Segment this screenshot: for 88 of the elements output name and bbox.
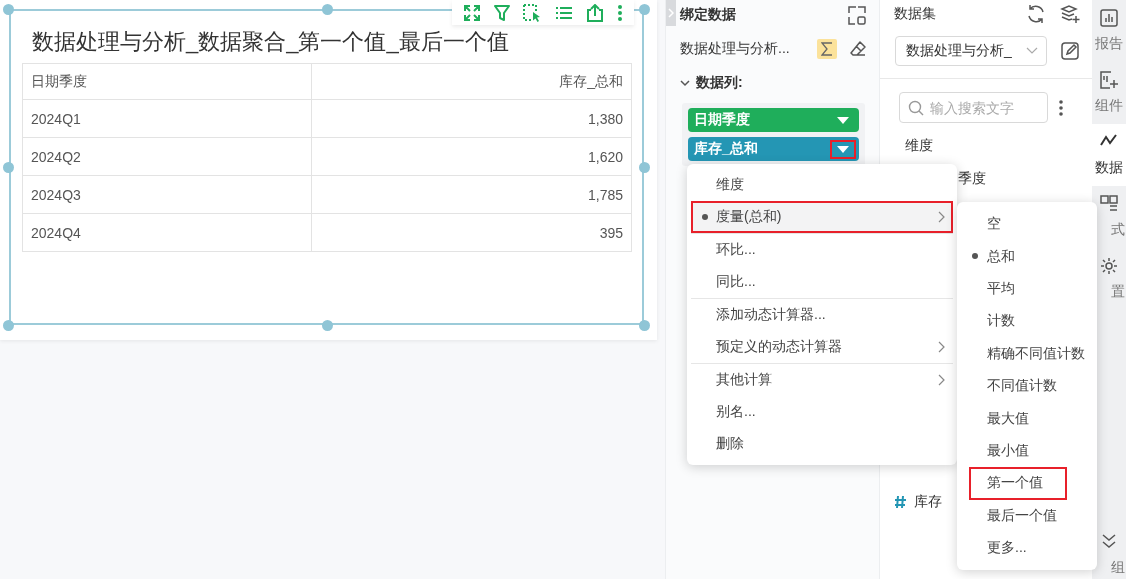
table-cell: 1,785 [311,175,632,214]
gear-icon [1100,257,1118,275]
resize-handle[interactable] [639,162,650,173]
column-header[interactable]: 日期季度 [22,63,312,100]
resize-handle[interactable] [3,162,14,173]
chevron-right-icon [938,211,945,223]
menu-item[interactable]: 不同值计数 [969,369,1081,403]
search-icon [908,100,924,116]
chevron-icon [668,8,674,18]
side-tab[interactable]: 组 [1092,527,1126,579]
resize-handle[interactable] [322,320,333,331]
resize-handle[interactable] [3,4,14,15]
hash-icon [894,494,906,509]
menu-item[interactable]: 空 [969,208,1025,241]
table-cell: 2024Q3 [22,175,312,214]
chevron-right-icon [938,374,945,386]
expand-icon[interactable] [462,3,481,22]
add-layer-icon[interactable] [1060,4,1080,24]
panel-title: 绑定数据 [680,6,736,24]
caret-icon [837,116,849,124]
chevron-down-icon [1026,47,1038,55]
dropdown-caret[interactable] [830,139,856,159]
more-icon[interactable] [1058,98,1064,117]
table-cell: 1,380 [311,99,632,138]
side-tab[interactable]: 数据 [1092,124,1126,186]
menu-item[interactable]: 环比... [691,233,953,266]
table-cell: 2024Q2 [22,137,312,176]
bullet-icon [972,253,978,260]
menu-item[interactable]: 总和 [969,240,1039,273]
table-cell: 2024Q4 [22,213,312,252]
select-icon[interactable] [523,3,542,22]
field-label: 库存_总和 [694,140,758,158]
edit-icon[interactable] [1061,42,1079,60]
section-label: 数据列: [696,74,743,92]
table-cell: 1,620 [311,137,632,176]
menu-item[interactable]: 最大值 [969,402,1053,435]
menu-item[interactable]: 同比... [691,266,953,298]
side-tab[interactable]: 置 [1092,248,1126,310]
menu-item[interactable]: 精确不同值计数 [969,337,1109,370]
expanded-caret-icon[interactable] [680,78,690,88]
menu-item[interactable]: 预定义的动态计算器 [691,331,953,363]
field-item[interactable]: 库存 [914,492,942,511]
resize-handle[interactable] [322,4,333,15]
menu-item[interactable]: 删除 [691,428,953,460]
eraser-icon[interactable] [849,40,867,58]
group-heading: 维度 [905,136,933,155]
menu-item[interactable]: 计数 [969,305,1039,338]
column-header[interactable]: 库存_总和 [311,63,632,100]
add-component-icon [1100,71,1118,89]
menu-item[interactable]: 最小值 [969,434,1053,468]
bullet-icon [702,214,708,220]
sum-glyph-icon [821,42,833,56]
swap-icon[interactable] [847,5,867,25]
side-tab[interactable]: 报告 [1092,0,1126,62]
side-tab[interactable]: 组件 [1092,62,1126,124]
grid-icon [1100,195,1118,213]
refresh-icon[interactable] [1026,4,1046,24]
menu-item[interactable]: 别名... [691,396,953,428]
filter-icon[interactable] [494,3,510,22]
menu-item[interactable]: 第一个值 [969,467,1067,500]
menu-item[interactable]: 最后一个值 [969,499,1081,532]
menu-item[interactable]: 更多... [969,531,1051,565]
double-chevron-icon [1100,533,1118,551]
report-card[interactable]: 数据处理与分析_数据聚合_第一个值_最后一个值 日期季度 库存_总和 2024Q1 1,380 2024Q2 1,620 2024Q3 1,785 2024Q4 395 [0,0,657,340]
caret-icon [837,145,849,153]
field-label: 日期季度 [694,111,750,129]
side-tab[interactable]: 式 [1092,186,1126,248]
menu-item[interactable]: 添加动态计算器... [691,298,953,331]
sigma-icon[interactable] [817,39,837,59]
list-icon[interactable] [554,4,573,21]
dataset-name: 数据处理与分析... [680,40,791,58]
table-cell: 395 [311,213,632,252]
menu-item[interactable]: 维度 [691,169,953,201]
field-item[interactable]: 季度 [958,169,986,188]
bar-chart-icon [1100,9,1118,27]
menu-item[interactable]: 其他计算 [691,363,953,396]
export-icon[interactable] [585,3,604,22]
resize-handle[interactable] [639,320,650,331]
search-field[interactable]: 输入搜索文字 [899,92,1048,123]
table-cell: 2024Q1 [22,99,312,138]
resize-handle[interactable] [3,320,14,331]
chevron-right-icon [938,341,945,353]
menu-item[interactable]: 度量(总和) [691,201,953,233]
panel-title: 数据集 [894,5,937,23]
menu-item[interactable]: 平均 [969,272,1039,306]
resize-handle[interactable] [639,4,650,15]
report-title: 数据处理与分析_数据聚合_第一个值_最后一个值 [32,28,510,56]
dataset-select[interactable]: 数据处理与分析_ [895,36,1047,66]
